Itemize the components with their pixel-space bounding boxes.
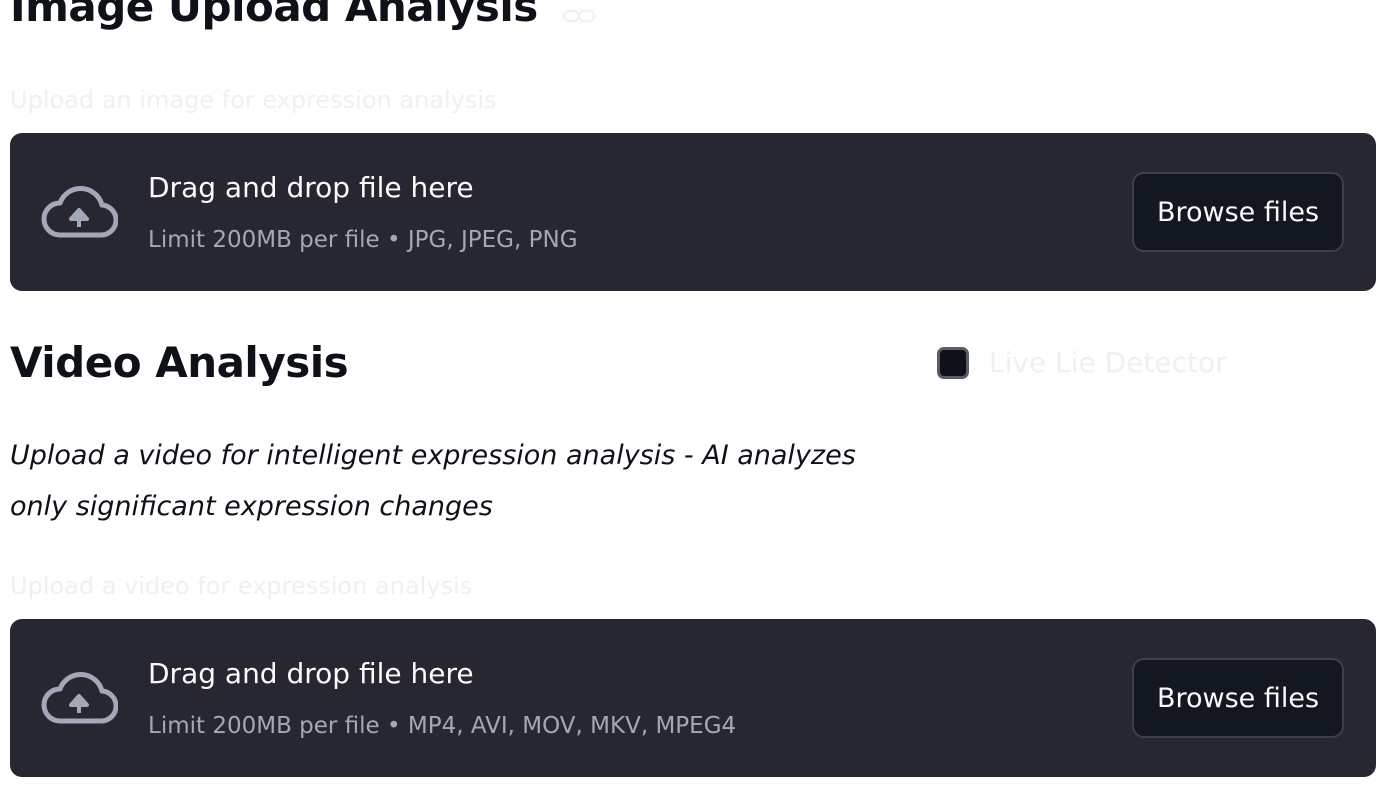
- checkbox[interactable]: [937, 346, 969, 379]
- video-description: Upload a video for intelligent expressio…: [10, 440, 856, 522]
- dropzone-file-limits: Limit 200MB per file • MP4, AVI, MOV, MK…: [148, 713, 737, 739]
- image-dropzone[interactable]: Drag and drop file here Limit 200MB per …: [10, 133, 1376, 291]
- browse-files-button[interactable]: Browse files: [1132, 658, 1344, 738]
- cloud-upload-icon: [41, 185, 118, 238]
- video-section-title: Video Analysis: [10, 338, 349, 387]
- image-section-title: Image Upload Analysis: [10, 0, 538, 31]
- image-uploader-label: Upload an image for expression analysis: [10, 86, 497, 114]
- video-uploader-label: Upload a video for expression analysis: [10, 572, 473, 600]
- link-icon[interactable]: [562, 4, 596, 28]
- browse-files-button[interactable]: Browse files: [1132, 172, 1344, 252]
- dropzone-file-limits: Limit 200MB per file • JPG, JPEG, PNG: [148, 227, 578, 253]
- video-dropzone[interactable]: Drag and drop file here Limit 200MB per …: [10, 619, 1376, 777]
- dropzone-title: Drag and drop file here: [148, 657, 474, 690]
- dropzone-title: Drag and drop file here: [148, 171, 474, 204]
- checkbox-label[interactable]: Live Lie Detector: [989, 346, 1227, 379]
- page: Image Upload Analysis Upload an image fo…: [0, 0, 1396, 800]
- live-lie-detector-toggle[interactable]: Live Lie Detector: [937, 346, 1227, 379]
- cloud-upload-icon: [41, 671, 118, 724]
